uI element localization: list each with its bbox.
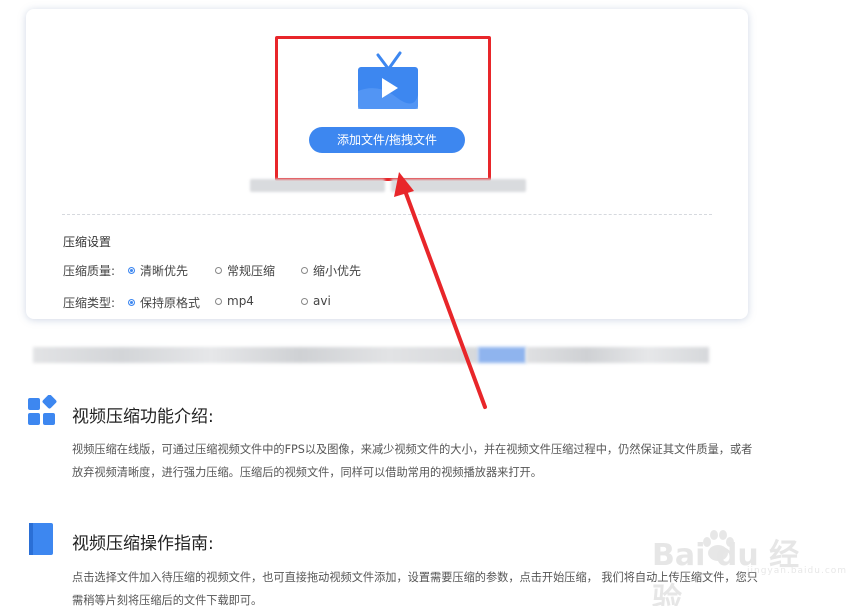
section-title-guide: 视频压缩操作指南:	[72, 534, 214, 554]
radio-icon[interactable]	[215, 297, 222, 305]
book-icon	[29, 523, 53, 555]
compress-panel: 添加文件/拖拽文件 压缩设置 压缩质量: 清晰优先 常规压缩 缩小优先 压缩类型…	[26, 9, 748, 319]
type-option-original[interactable]: 保持原格式	[128, 294, 200, 311]
quality-option-small[interactable]: 缩小优先	[301, 262, 361, 279]
quality-option-clear[interactable]: 清晰优先	[128, 262, 188, 279]
grid-diamond-icon	[28, 395, 57, 425]
add-file-button[interactable]: 添加文件/拖拽文件	[309, 127, 465, 153]
watermark-url: jingyan.baidu.com	[747, 566, 848, 576]
type-option-mp4[interactable]: mp4	[215, 294, 254, 308]
radio-selected-icon[interactable]	[128, 299, 135, 306]
type-label: 压缩类型:	[63, 296, 116, 310]
radio-icon[interactable]	[215, 267, 222, 274]
radio-selected-icon[interactable]	[128, 267, 135, 274]
type-row: 压缩类型: 保持原格式 mp4 avi	[63, 294, 463, 310]
radio-icon[interactable]	[301, 297, 308, 305]
baidu-jingyan-watermark: Bai du 经验 jingyan.baidu.com	[652, 520, 846, 606]
quality-label: 压缩质量:	[63, 264, 116, 278]
blurred-info	[391, 179, 526, 192]
section-title-intro: 视频压缩功能介绍:	[72, 407, 214, 427]
settings-title: 压缩设置	[63, 235, 112, 249]
blurred-info	[250, 179, 385, 192]
section-body-intro: 视频压缩在线版，可通过压缩视频文件中的FPS以及图像，来减少视频文件的大小，并在…	[72, 443, 753, 479]
blurred-banner	[33, 347, 709, 367]
quality-option-normal[interactable]: 常规压缩	[215, 262, 275, 279]
upload-drop-zone[interactable]: 添加文件/拖拽文件	[275, 36, 491, 181]
divider	[62, 214, 712, 215]
tv-icon	[358, 51, 418, 109]
type-option-avi[interactable]: avi	[301, 294, 331, 308]
quality-row: 压缩质量: 清晰优先 常规压缩 缩小优先	[63, 262, 463, 278]
radio-icon[interactable]	[301, 267, 308, 274]
